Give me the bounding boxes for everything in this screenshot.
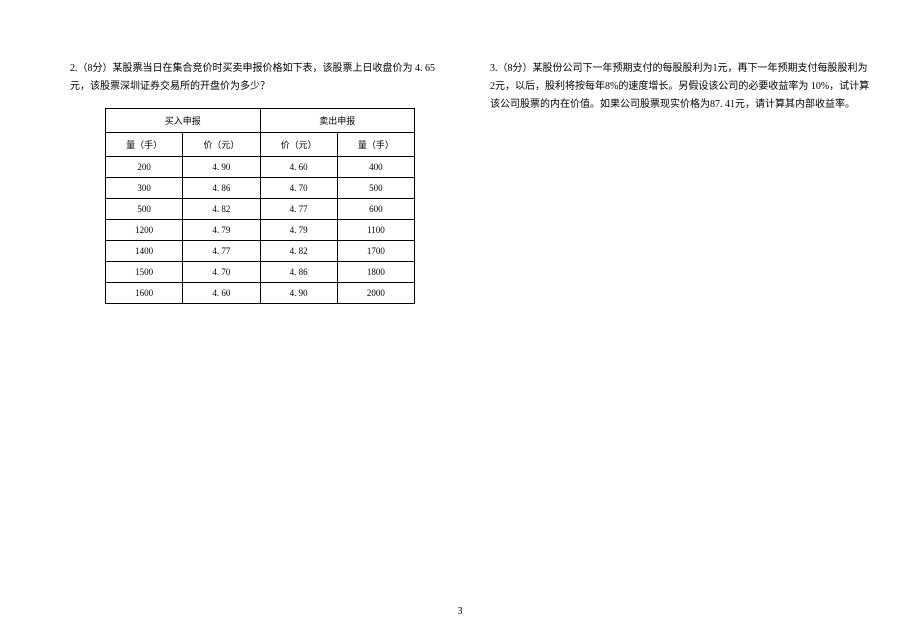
table-cell: 4. 60 xyxy=(260,157,337,178)
header-sell: 卖出申报 xyxy=(260,109,415,133)
table-cell: 1500 xyxy=(106,262,183,283)
question-2-text: 2.（8分）某股票当日在集合竞价时买卖申报价格如下表，该股票上日收盘价为 4. … xyxy=(70,60,450,96)
table-cell: 1100 xyxy=(337,220,414,241)
table-cell: 4. 70 xyxy=(183,262,260,283)
table-row: 2004. 904. 60400 xyxy=(106,157,415,178)
table-cell: 4. 77 xyxy=(260,199,337,220)
col-sell-price: 价（元） xyxy=(260,133,337,157)
table-cell: 1800 xyxy=(337,262,414,283)
table-cell: 4. 82 xyxy=(260,241,337,262)
table-row: 3004. 864. 70500 xyxy=(106,178,415,199)
table-cell: 500 xyxy=(337,178,414,199)
table-cell: 4. 90 xyxy=(260,283,337,304)
page-number: 3 xyxy=(458,606,463,617)
table-cell: 500 xyxy=(106,199,183,220)
header-buy: 买入申报 xyxy=(106,109,261,133)
table-cell: 4. 82 xyxy=(183,199,260,220)
table-cell: 4. 60 xyxy=(183,283,260,304)
table-row: 12004. 794. 791100 xyxy=(106,220,415,241)
table-cell: 4. 86 xyxy=(260,262,337,283)
table-cell: 1600 xyxy=(106,283,183,304)
col-sell-qty: 量（手） xyxy=(337,133,414,157)
col-buy-qty: 量（手） xyxy=(106,133,183,157)
table-row: 14004. 774. 821700 xyxy=(106,241,415,262)
table-cell: 200 xyxy=(106,157,183,178)
table-cell: 1200 xyxy=(106,220,183,241)
table-cell: 4. 77 xyxy=(183,241,260,262)
table-cell: 4. 79 xyxy=(183,220,260,241)
table-cell: 4. 79 xyxy=(260,220,337,241)
table-cell: 1400 xyxy=(106,241,183,262)
table-cell: 300 xyxy=(106,178,183,199)
table-cell: 2000 xyxy=(337,283,414,304)
order-table: 买入申报 卖出申报 量（手） 价（元） 价（元） 量（手） 2004. 904.… xyxy=(105,108,415,304)
table-cell: 4. 70 xyxy=(260,178,337,199)
col-buy-price: 价（元） xyxy=(183,133,260,157)
table-row: 16004. 604. 902000 xyxy=(106,283,415,304)
table-cell: 4. 86 xyxy=(183,178,260,199)
table-cell: 1700 xyxy=(337,241,414,262)
table-cell: 4. 90 xyxy=(183,157,260,178)
table-row: 15004. 704. 861800 xyxy=(106,262,415,283)
table-cell: 600 xyxy=(337,199,414,220)
question-3-text: 3.（8分）某股份公司下一年预期支付的每股股利为1元，再下一年预期支付每股股利为… xyxy=(490,60,870,114)
table-row: 5004. 824. 77600 xyxy=(106,199,415,220)
table-cell: 400 xyxy=(337,157,414,178)
